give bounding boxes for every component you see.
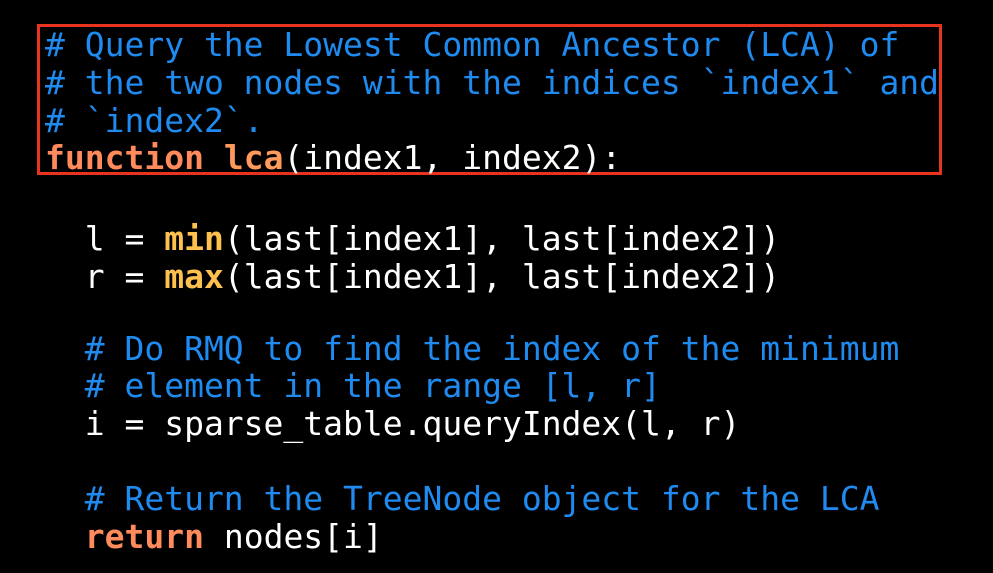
- comment-line-1: # Query the Lowest Common Ancestor (LCA)…: [45, 25, 900, 64]
- function-params: (index1, index2):: [283, 138, 622, 177]
- comment-line-6: # Return the TreeNode object for the LCA: [45, 479, 880, 518]
- comment-line-3: # `index2`.: [45, 101, 264, 140]
- l-args: (last[index1], last[index2]): [223, 219, 781, 258]
- r-assignment-line: r = max(last[index1], last[index2]): [45, 258, 780, 296]
- i-assignment-line: i = sparse_table.queryIndex(l, r): [45, 404, 741, 443]
- max-builtin: max: [164, 257, 224, 296]
- l-prefix: l =: [45, 219, 165, 258]
- return-indent: [45, 517, 85, 556]
- function-name: lca: [223, 138, 284, 177]
- function-signature: function lca(index1, index2):: [45, 139, 621, 177]
- return-value: nodes[i]: [203, 517, 383, 556]
- r-args: (last[index1], last[index2]): [223, 257, 781, 296]
- l-assignment-line: l = min(last[index1], last[index2]): [45, 220, 780, 258]
- min-builtin: min: [164, 219, 224, 258]
- return-line: return nodes[i]: [45, 518, 383, 556]
- function-keyword: function: [45, 138, 204, 177]
- return-keyword: return: [84, 517, 204, 556]
- comment-line-2: # the two nodes with the indices `index1…: [45, 63, 940, 102]
- comment-line-4: # Do RMQ to find the index of the minimu…: [45, 329, 900, 368]
- comment-line-5: # element in the range [l, r]: [45, 366, 661, 405]
- r-prefix: r =: [45, 257, 165, 296]
